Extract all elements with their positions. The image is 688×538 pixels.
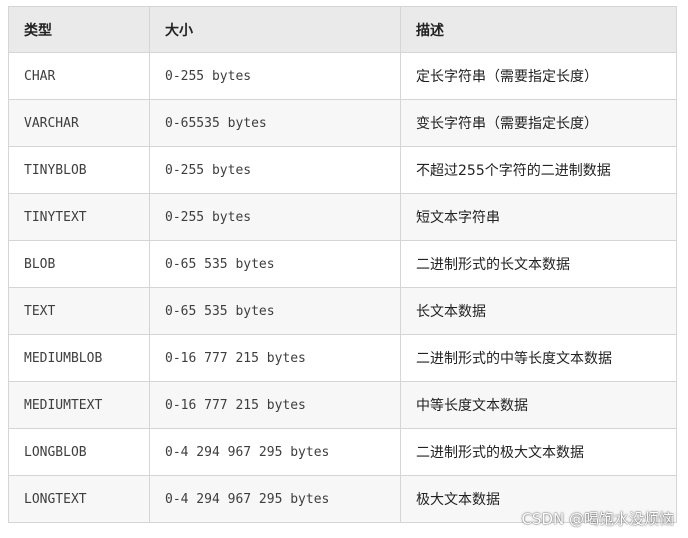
table-body: CHAR 0-255 bytes 定长字符串（需要指定长度） VARCHAR 0… xyxy=(8,52,677,523)
cell-type: TINYTEXT xyxy=(8,193,150,241)
cell-type: TINYBLOB xyxy=(8,146,150,194)
cell-size: 0-65 535 bytes xyxy=(149,240,401,288)
header-size: 大小 xyxy=(149,6,401,53)
table-row: MEDIUMBLOB 0-16 777 215 bytes 二进制形式的中等长度… xyxy=(8,334,677,382)
cell-type: VARCHAR xyxy=(8,99,150,147)
cell-size: 0-16 777 215 bytes xyxy=(149,334,401,382)
cell-type: LONGTEXT xyxy=(8,475,150,523)
header-type: 类型 xyxy=(8,6,150,53)
cell-type: MEDIUMTEXT xyxy=(8,381,150,429)
cell-size: 0-65 535 bytes xyxy=(149,287,401,335)
cell-size: 0-255 bytes xyxy=(149,146,401,194)
cell-type: LONGBLOB xyxy=(8,428,150,476)
cell-type: CHAR xyxy=(8,52,150,100)
csdn-watermark: CSDN @喝饱水没烦恼 xyxy=(521,510,674,528)
header-description: 描述 xyxy=(400,6,677,53)
cell-size: 0-4 294 967 295 bytes xyxy=(149,428,401,476)
cell-description: 中等长度文本数据 xyxy=(400,381,677,429)
cell-description: 长文本数据 xyxy=(400,287,677,335)
cell-size: 0-16 777 215 bytes xyxy=(149,381,401,429)
table-row: TEXT 0-65 535 bytes 长文本数据 xyxy=(8,287,677,335)
cell-type: TEXT xyxy=(8,287,150,335)
cell-description: 短文本字符串 xyxy=(400,193,677,241)
table-row: BLOB 0-65 535 bytes 二进制形式的长文本数据 xyxy=(8,240,677,288)
cell-description: 二进制形式的中等长度文本数据 xyxy=(400,334,677,382)
cell-type: MEDIUMBLOB xyxy=(8,334,150,382)
cell-description: 二进制形式的长文本数据 xyxy=(400,240,677,288)
cell-description: 不超过255个字符的二进制数据 xyxy=(400,146,677,194)
cell-description: 定长字符串（需要指定长度） xyxy=(400,52,677,100)
data-types-table-container: 类型 大小 描述 CHAR 0-255 bytes 定长字符串（需要指定长度） … xyxy=(8,6,677,523)
table-row: CHAR 0-255 bytes 定长字符串（需要指定长度） xyxy=(8,52,677,100)
table-header: 类型 大小 描述 xyxy=(8,6,677,53)
data-types-table: 类型 大小 描述 CHAR 0-255 bytes 定长字符串（需要指定长度） … xyxy=(8,6,677,523)
table-row: TINYTEXT 0-255 bytes 短文本字符串 xyxy=(8,193,677,241)
cell-size: 0-65535 bytes xyxy=(149,99,401,147)
cell-description: 变长字符串（需要指定长度） xyxy=(400,99,677,147)
table-row: LONGBLOB 0-4 294 967 295 bytes 二进制形式的极大文… xyxy=(8,428,677,476)
table-row: TINYBLOB 0-255 bytes 不超过255个字符的二进制数据 xyxy=(8,146,677,194)
cell-type: BLOB xyxy=(8,240,150,288)
table-row: MEDIUMTEXT 0-16 777 215 bytes 中等长度文本数据 xyxy=(8,381,677,429)
cell-description: 二进制形式的极大文本数据 xyxy=(400,428,677,476)
cell-size: 0-4 294 967 295 bytes xyxy=(149,475,401,523)
table-row: VARCHAR 0-65535 bytes 变长字符串（需要指定长度） xyxy=(8,99,677,147)
cell-size: 0-255 bytes xyxy=(149,193,401,241)
header-row: 类型 大小 描述 xyxy=(8,6,677,53)
cell-size: 0-255 bytes xyxy=(149,52,401,100)
